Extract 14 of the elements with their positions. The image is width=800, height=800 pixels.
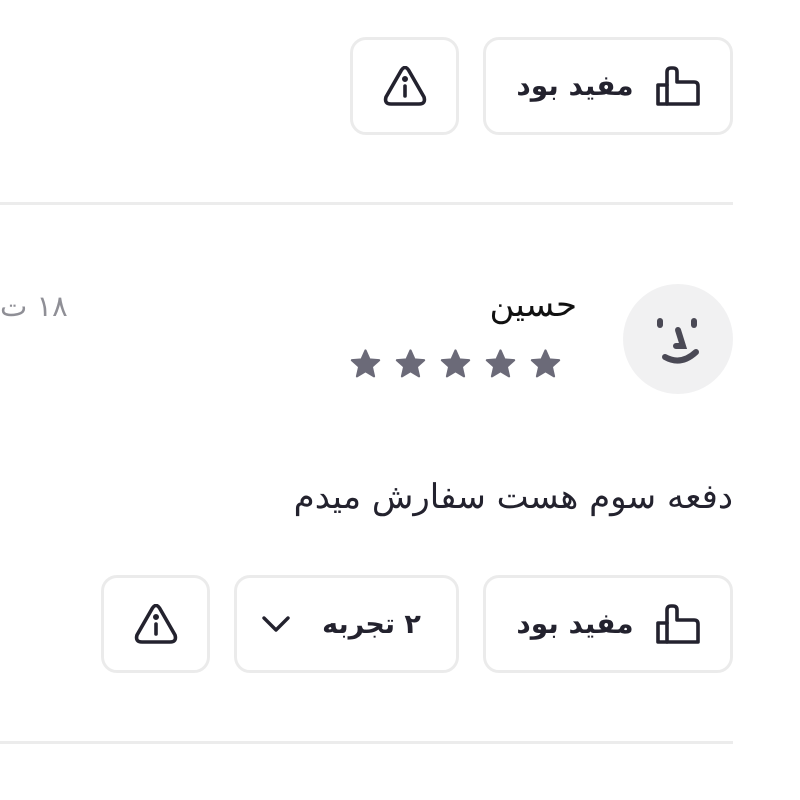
- chevron-down-icon: [262, 615, 290, 633]
- report-button[interactable]: [350, 37, 459, 135]
- review-date: ۱۸ ت: [0, 288, 68, 325]
- helpful-button[interactable]: مفید بود: [483, 37, 733, 135]
- review-comment: دفعه سوم هست سفارش میدم: [292, 476, 733, 519]
- author-name: حسین: [490, 284, 577, 326]
- report-button[interactable]: [101, 575, 210, 673]
- thumbs-up-icon: [656, 604, 700, 644]
- experiences-button[interactable]: ۲ تجربه: [234, 575, 459, 673]
- warning-icon: [382, 66, 426, 106]
- helpful-button[interactable]: مفید بود: [483, 575, 733, 673]
- avatar-icon: [623, 284, 733, 394]
- warning-icon: [134, 604, 178, 644]
- thumbs-up-icon: [656, 66, 700, 106]
